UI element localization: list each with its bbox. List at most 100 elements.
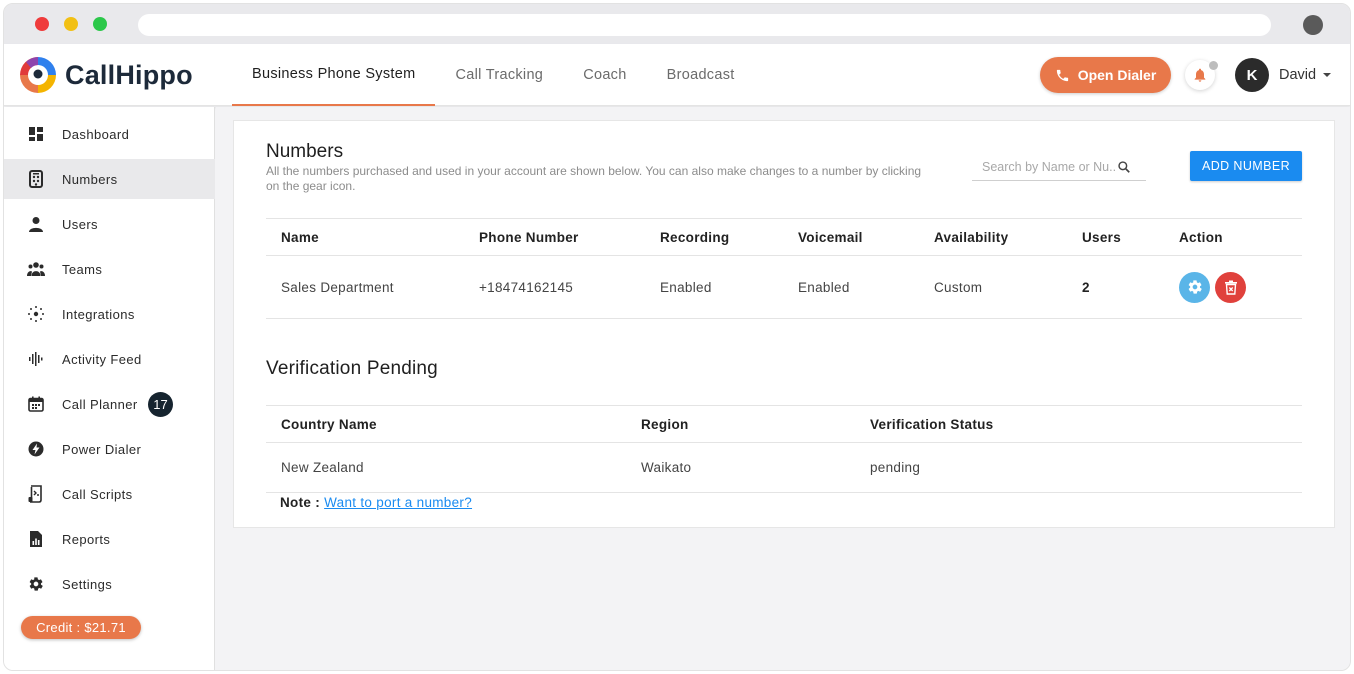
credit-badge[interactable]: Credit : $21.71 [21,616,141,639]
teams-icon [27,260,45,278]
column-header[interactable]: Availability [919,219,1067,256]
minimize-window-button[interactable] [64,17,78,31]
sidebar-item-call-planner[interactable]: Call Planner 17 [4,384,215,424]
sidebar: Dashboard Numbers Users Teams Integratio… [4,107,215,670]
port-number-link[interactable]: Want to port a number? [324,495,472,510]
page-description: All the numbers purchased and used in yo… [266,164,922,193]
sidebar-item-dashboard[interactable]: Dashboard [4,114,215,154]
callhippo-logo-icon [20,57,56,93]
bolt-icon [27,440,45,458]
phone-icon [1056,69,1068,81]
gear-icon [27,575,45,593]
note: Note : Want to port a number? [280,495,472,510]
top-nav: Business Phone System Call Tracking Coac… [232,44,755,106]
tab-business-phone-system[interactable]: Business Phone System [232,44,436,106]
cell-region: Waikato [641,460,692,475]
app-name: CallHippo [65,59,193,90]
user-menu[interactable]: David [1279,67,1332,83]
note-label: Note : [280,495,321,510]
open-dialer-button[interactable]: Open Dialer [1040,57,1171,93]
open-dialer-label: Open Dialer [1077,67,1157,83]
numbers-card: Numbers All the numbers purchased and us… [233,120,1335,528]
trash-icon [1224,280,1237,295]
calendar-icon [27,395,45,413]
cell-status: pending [870,460,921,475]
page-title: Numbers [266,141,344,162]
sidebar-item-users[interactable]: Users [4,204,215,244]
tab-broadcast[interactable]: Broadcast [647,44,755,106]
main-content: Numbers All the numbers purchased and us… [216,107,1350,670]
column-header[interactable]: Recording [645,219,783,256]
column-header[interactable]: Users [1067,219,1164,256]
search-icon[interactable] [1117,160,1131,174]
search-input[interactable] [972,160,1117,174]
browser-chrome [4,4,1350,44]
search-box [972,154,1146,181]
sidebar-item-call-scripts[interactable]: Call Scripts [4,474,215,514]
script-icon [27,485,45,503]
verification-table: Country Name Region Verification Status … [266,405,1302,493]
sidebar-item-settings[interactable]: Settings [4,564,215,604]
sidebar-item-label: Settings [62,576,113,592]
app-header: CallHippo Business Phone System Call Tra… [4,44,1350,106]
sidebar-item-label: Dashboard [62,126,130,142]
avatar[interactable]: K [1235,58,1269,92]
numbers-icon [27,170,45,188]
cell-country: New Zealand [281,460,364,475]
numbers-table: Name Phone Number Recording Voicemail Av… [266,218,1302,319]
chevron-down-icon [1323,73,1332,77]
sidebar-item-label: Numbers [62,171,118,187]
cell-availability: Custom [934,279,983,295]
gear-icon [1188,280,1202,294]
cell-users: 2 [1082,279,1090,295]
dashboard-icon [27,125,45,143]
address-bar[interactable] [138,14,1271,36]
sidebar-item-label: Teams [62,261,103,277]
tab-call-tracking[interactable]: Call Tracking [435,44,563,106]
column-header: Country Name [281,416,377,432]
table-header-row: Country Name Region Verification Status [266,405,1302,443]
cell-voicemail: Enabled [798,279,850,295]
call-planner-badge: 17 [148,391,173,417]
sidebar-item-numbers[interactable]: Numbers [4,159,215,199]
logo[interactable]: CallHippo [17,54,193,96]
column-header[interactable]: Name [266,219,464,256]
tab-coach[interactable]: Coach [563,44,646,106]
sidebar-item-label: Reports [62,531,111,547]
sidebar-item-integrations[interactable]: Integrations [4,294,215,334]
sidebar-item-activity-feed[interactable]: Activity Feed [4,339,215,379]
sidebar-item-label: Call Scripts [62,486,133,502]
cell-phone: +18474162145 [479,279,574,295]
sidebar-item-label: Integrations [62,306,135,322]
notifications-button[interactable] [1185,60,1218,90]
sidebar-item-reports[interactable]: Reports [4,519,215,559]
column-header[interactable]: Phone Number [464,219,645,256]
delete-number-button[interactable] [1215,271,1246,303]
integrations-icon [27,305,45,323]
bell-icon [1194,68,1206,82]
reports-icon [27,530,45,548]
cell-name: Sales Department [281,279,394,295]
browser-menu-button[interactable] [1303,15,1323,35]
notification-dot [1209,61,1218,70]
user-icon [27,215,45,233]
table-header-row: Name Phone Number Recording Voicemail Av… [266,218,1302,256]
table-row: Sales Department +18474162145 Enabled En… [266,256,1302,319]
activity-icon [27,350,45,368]
sidebar-item-label: Power Dialer [62,441,142,457]
cell-action [1164,256,1302,319]
sidebar-item-power-dialer[interactable]: Power Dialer [4,429,215,469]
number-settings-button[interactable] [1179,271,1210,303]
maximize-window-button[interactable] [93,17,107,31]
close-window-button[interactable] [35,17,49,31]
column-header: Region [641,416,689,432]
user-name: David [1279,67,1317,83]
browser-window: CallHippo Business Phone System Call Tra… [3,3,1351,671]
sidebar-item-teams[interactable]: Teams [4,249,215,289]
sidebar-item-label: Activity Feed [62,351,142,367]
column-header: Verification Status [870,416,994,432]
verification-title: Verification Pending [266,358,438,379]
column-header[interactable]: Voicemail [783,219,919,256]
add-number-button[interactable]: ADD NUMBER [1190,151,1302,181]
sidebar-item-label: Users [62,216,98,232]
